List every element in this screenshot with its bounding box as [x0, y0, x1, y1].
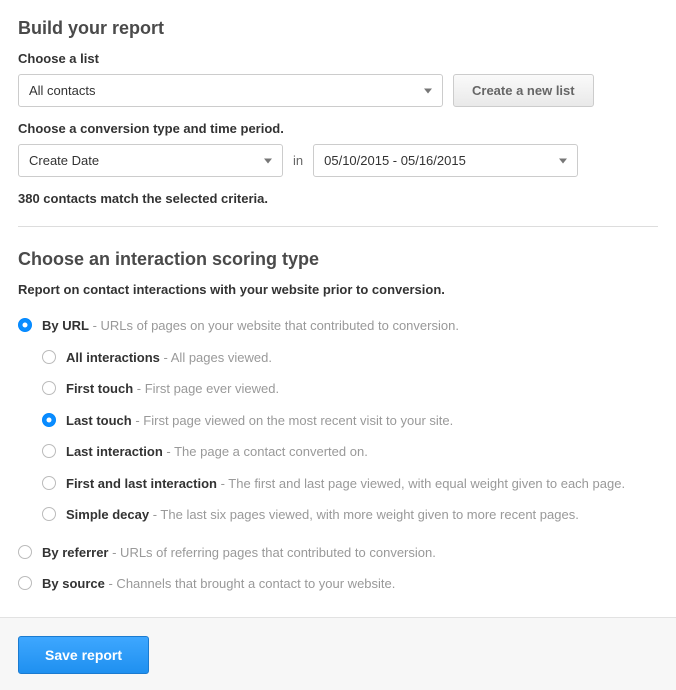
radio-label: Simple decay - The last six pages viewed… — [66, 506, 579, 524]
match-count-text: 380 contacts match the selected criteria… — [18, 191, 658, 206]
radio-label: All interactions - All pages viewed. — [66, 349, 272, 367]
save-report-button[interactable]: Save report — [18, 636, 149, 674]
radio-icon — [18, 545, 32, 559]
radio-icon — [18, 576, 32, 590]
radio-label: Last touch - First page viewed on the mo… — [66, 412, 453, 430]
radio-last-touch[interactable]: Last touch - First page viewed on the mo… — [42, 412, 658, 430]
conversion-type-select[interactable]: Create Date — [18, 144, 283, 177]
scoring-subtitle: Report on contact interactions with your… — [18, 282, 658, 297]
radio-icon — [42, 413, 56, 427]
radio-icon — [42, 381, 56, 395]
radio-label: First touch - First page ever viewed. — [66, 380, 279, 398]
radio-icon — [18, 318, 32, 332]
radio-icon — [42, 476, 56, 490]
radio-by-referrer[interactable]: By referrer - URLs of referring pages th… — [18, 544, 658, 562]
chevron-down-icon — [559, 158, 567, 163]
radio-icon — [42, 507, 56, 521]
date-range-value: 05/10/2015 - 05/16/2015 — [324, 153, 466, 168]
footer: Save report — [0, 617, 676, 690]
radio-label: First and last interaction - The first a… — [66, 475, 625, 493]
radio-simple-decay[interactable]: Simple decay - The last six pages viewed… — [42, 506, 658, 524]
radio-first-touch[interactable]: First touch - First page ever viewed. — [42, 380, 658, 398]
choose-list-label: Choose a list — [18, 51, 658, 66]
date-range-select[interactable]: 05/10/2015 - 05/16/2015 — [313, 144, 578, 177]
conversion-type-value: Create Date — [29, 153, 99, 168]
radio-first-last-interaction[interactable]: First and last interaction - The first a… — [42, 475, 658, 493]
radio-label: Last interaction - The page a contact co… — [66, 443, 368, 461]
sub-radio-group: All interactions - All pages viewed. Fir… — [42, 349, 658, 524]
chevron-down-icon — [264, 158, 272, 163]
page-title: Build your report — [18, 18, 658, 39]
list-select[interactable]: All contacts — [18, 74, 443, 107]
radio-by-url[interactable]: By URL - URLs of pages on your website t… — [18, 317, 658, 335]
chevron-down-icon — [424, 88, 432, 93]
scoring-radio-group: By URL - URLs of pages on your website t… — [18, 317, 658, 593]
radio-by-source[interactable]: By source - Channels that brought a cont… — [18, 575, 658, 593]
radio-icon — [42, 444, 56, 458]
radio-all-interactions[interactable]: All interactions - All pages viewed. — [42, 349, 658, 367]
divider — [18, 226, 658, 227]
radio-label: By URL - URLs of pages on your website t… — [42, 317, 459, 335]
create-list-button[interactable]: Create a new list — [453, 74, 594, 107]
in-label: in — [293, 153, 303, 168]
list-select-value: All contacts — [29, 83, 95, 98]
choose-conversion-label: Choose a conversion type and time period… — [18, 121, 658, 136]
radio-label: By source - Channels that brought a cont… — [42, 575, 395, 593]
radio-icon — [42, 350, 56, 364]
radio-last-interaction[interactable]: Last interaction - The page a contact co… — [42, 443, 658, 461]
radio-label: By referrer - URLs of referring pages th… — [42, 544, 436, 562]
scoring-title: Choose an interaction scoring type — [18, 249, 658, 270]
